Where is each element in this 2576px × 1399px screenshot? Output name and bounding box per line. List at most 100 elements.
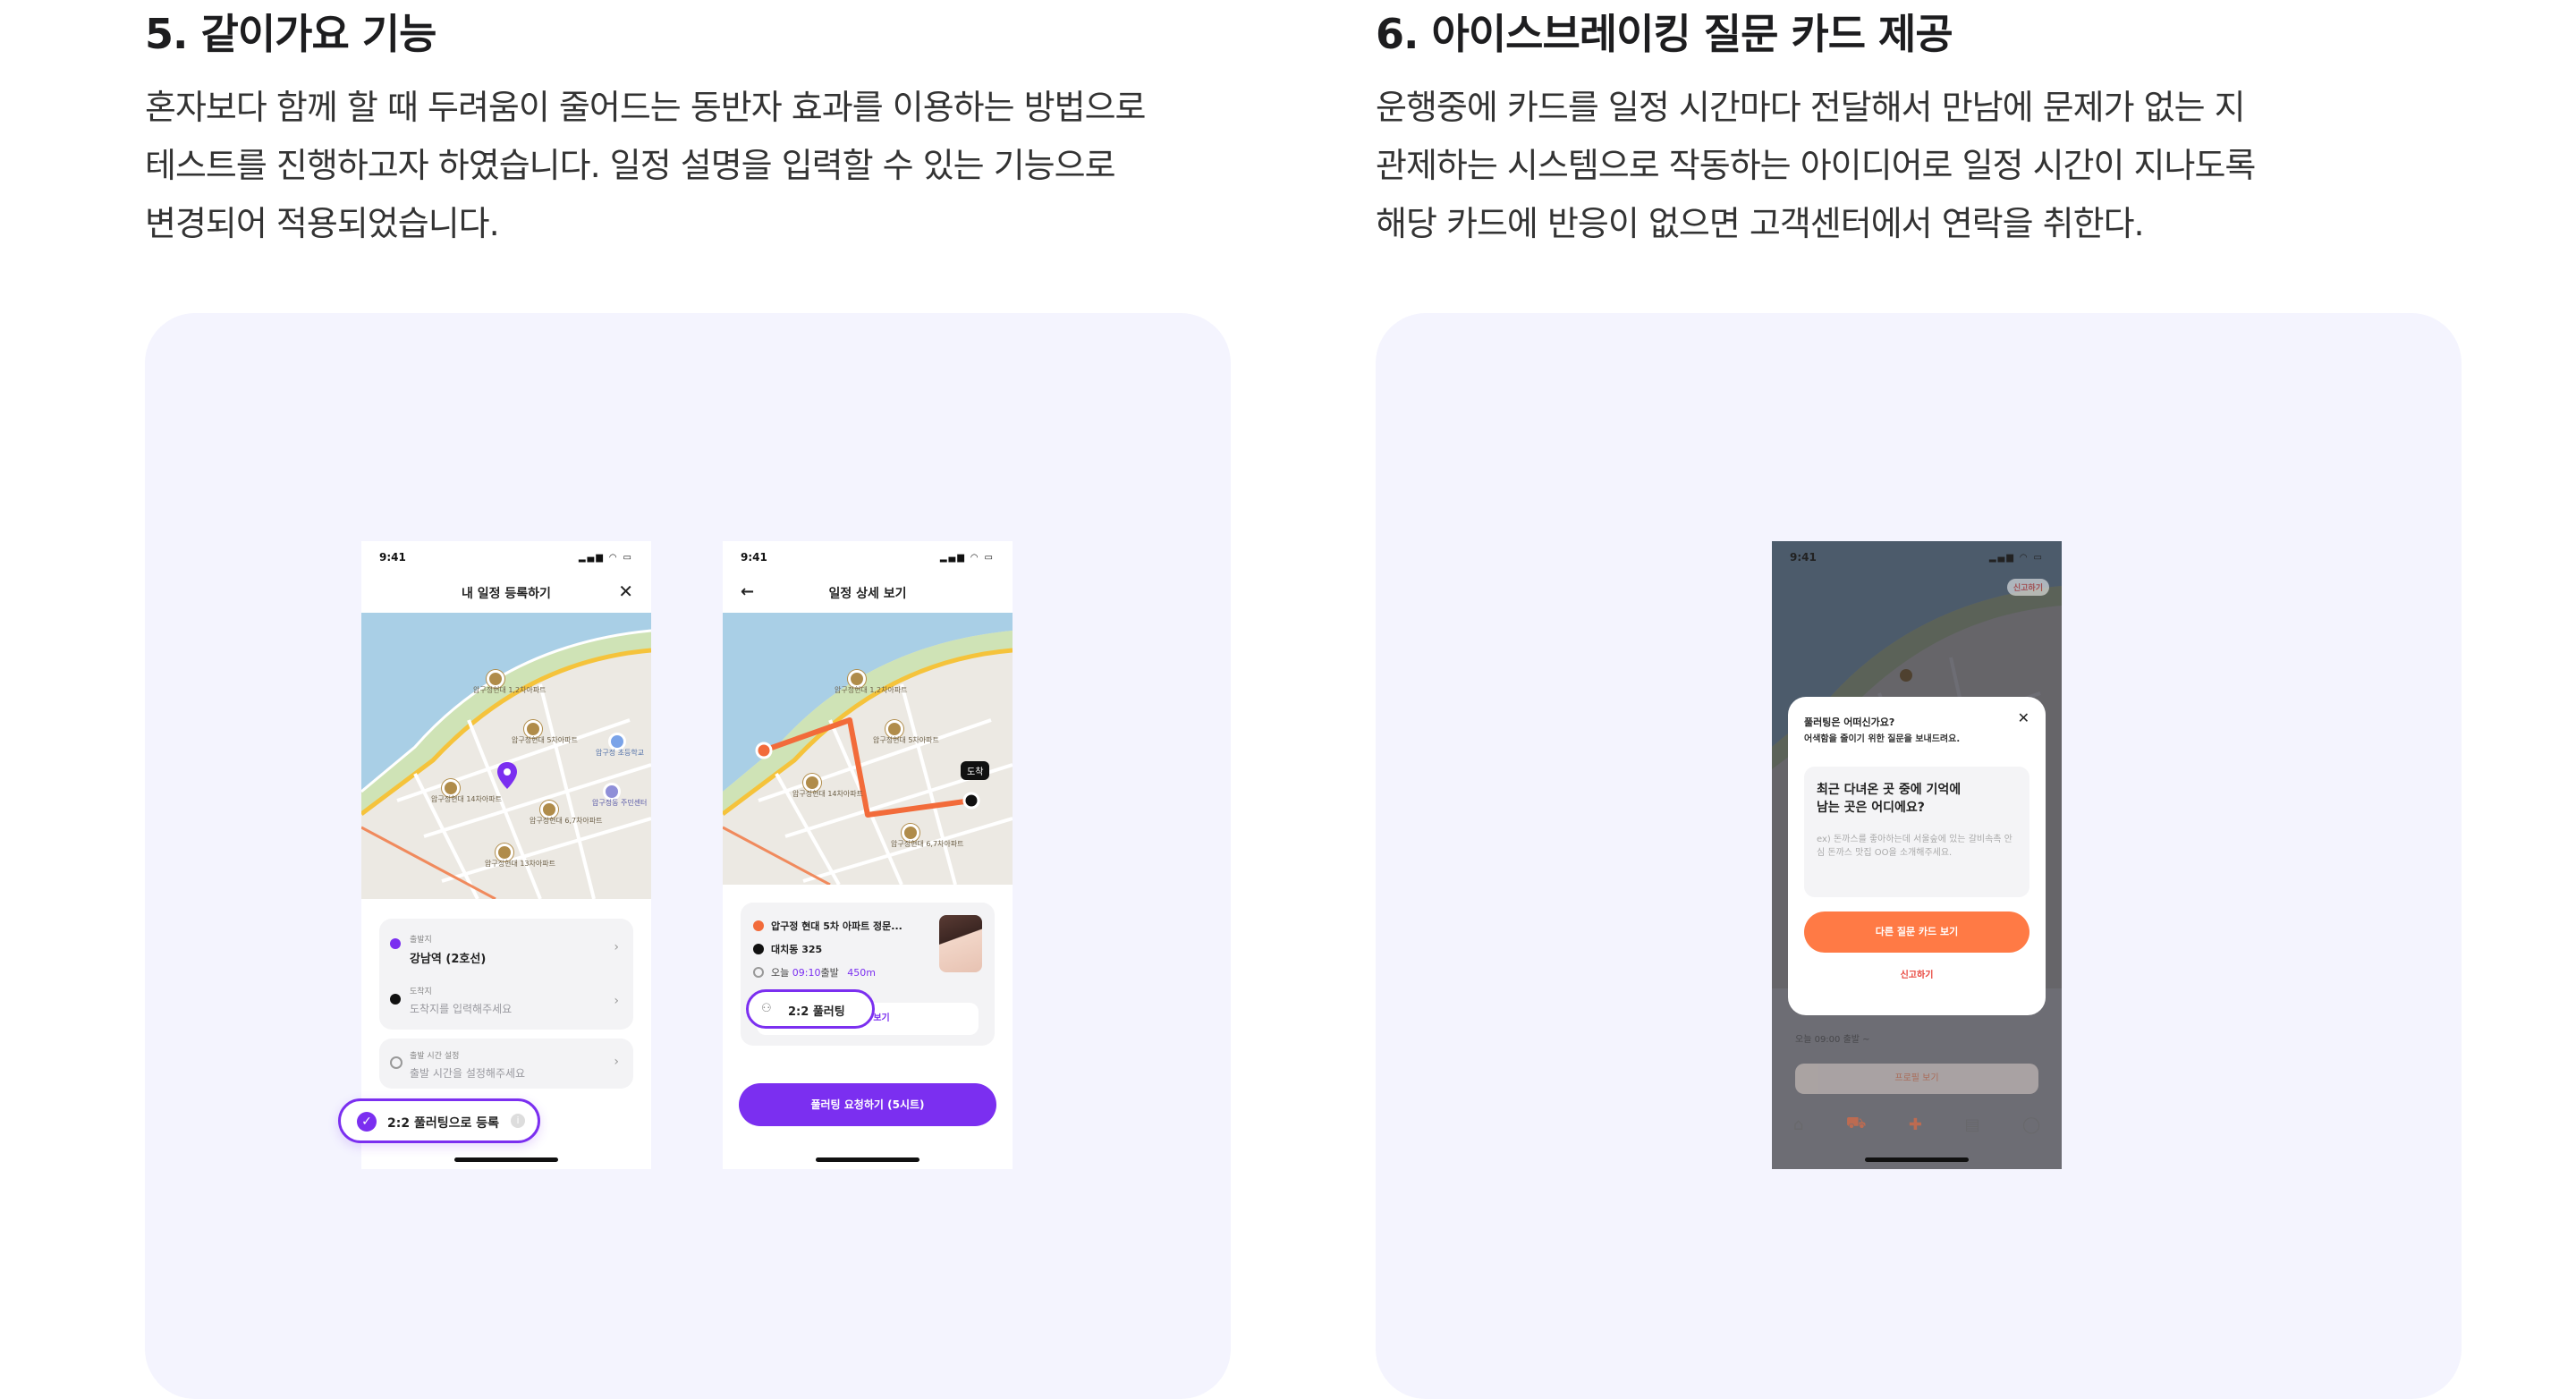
plus-icon[interactable]: ✚ (1909, 1115, 1922, 1134)
section-desc-right: 운행중에 카드를 일정 시간마다 전달해서 만남에 문제가 없는 지 관제하는 … (1376, 79, 2256, 253)
desc-line: 해당 카드에 반응이 없으면 고객센터에서 연락을 취한다. (1376, 204, 2145, 243)
clock-icon (753, 967, 764, 978)
question-modal: 풀러팅은 어떠신가요? 어색함을 줄이기 위한 질문을 보내드려요. ✕ 최근 … (1788, 697, 2046, 1015)
origin-pin-icon (390, 938, 401, 949)
status-time: 9:41 (379, 551, 406, 564)
map-label: 압구정현대 1,2차아파트 (835, 686, 908, 694)
chevron-right-icon: › (614, 1055, 619, 1069)
people-icon: ⚇ (761, 1002, 772, 1015)
map-graphic (723, 613, 1013, 885)
map-pin[interactable] (524, 720, 542, 738)
map-label: 압구정현대 6,7차아파트 (891, 840, 964, 848)
desc-line: 운행중에 카드를 일정 시간마다 전달해서 만남에 문제가 없는 지 (1376, 88, 2246, 127)
home-indicator (816, 1157, 919, 1162)
map-pin[interactable] (487, 670, 504, 688)
route-to: 대치동 325 (771, 944, 823, 955)
check-icon: ✓ (357, 1112, 377, 1132)
map-pin[interactable] (902, 824, 919, 842)
map-label: 압구정현대 1,2차아파트 (473, 686, 547, 694)
origin-value[interactable]: 강남역 (2호선) (410, 949, 486, 966)
map-pin[interactable] (442, 779, 460, 797)
next-question-button[interactable]: 다른 질문 카드 보기 (1804, 911, 2029, 953)
distance: 450m (847, 967, 876, 979)
destination-label: 도착지 (410, 988, 432, 996)
destination-input[interactable]: 도착지를 입력해주세요 (410, 1001, 512, 1016)
center-pin[interactable] (603, 783, 621, 801)
close-icon[interactable]: ✕ (2018, 709, 2029, 726)
profile-icon[interactable]: ◯ (2022, 1115, 2040, 1134)
section-title-right: 6. 아이스브레이킹 질문 카드 제공 (1376, 10, 1953, 58)
page-title: 일정 상세 보기 (828, 587, 907, 601)
location-pin-icon (497, 762, 517, 789)
desc-line: 테스트를 진행하고자 하였습니다. 일정 설명을 입력할 수 있는 기능으로 (145, 146, 1116, 185)
chevron-right-icon: › (614, 994, 619, 1008)
depart-suffix: 출발 (820, 967, 839, 979)
home-icon[interactable]: ⌂ (1793, 1115, 1803, 1134)
status-time: 9:41 (1790, 551, 1817, 564)
pooling-request-button[interactable]: 풀러팅 요청하기 (5시트) (739, 1083, 996, 1126)
desc-line: 관제하는 시스템으로 작동하는 아이디어로 일정 시간이 지나도록 (1376, 146, 2256, 185)
map-label: 압구정현대 14차아파트 (431, 795, 502, 803)
pooling-tag[interactable]: ⚇ 2:2 풀러팅 (746, 989, 875, 1029)
phone-icebreaking-card: 9:41 ▂▄▆ ◠ ▭ 신고하기 오늘 09:00 출발 ~ 프로필 보기 ⌂… (1772, 541, 2062, 1169)
map-label: 압구정현대 5차아파트 (512, 736, 578, 744)
clock-icon (390, 1056, 402, 1069)
background-profile-button: 프로필 보기 (1795, 1064, 2038, 1094)
map-pin[interactable] (803, 774, 821, 792)
school-pin[interactable] (608, 733, 626, 750)
car-icon[interactable]: ⛟ (1846, 1114, 1867, 1135)
info-icon[interactable]: i (511, 1114, 525, 1128)
home-indicator (1865, 1157, 1969, 1162)
status-bar: 9:41 ▂▄▆ ◠ ▭ (361, 541, 651, 573)
origin-pin-icon (753, 920, 764, 931)
showcase-panel-left (145, 313, 1231, 1399)
map-view[interactable]: 압구정현대 1,2차아파트 압구정현대 5차아파트 압구정현대 14차아파트 압… (361, 613, 651, 899)
report-badge[interactable]: 신고하기 (2006, 579, 2049, 596)
signal-wifi-battery-icon: ▂▄▆ ◠ ▭ (939, 552, 995, 563)
route-input-card: 출발지 강남역 (2호선) › 도착지 도착지를 입력해주세요 › (379, 919, 633, 1030)
nav-bar: ← 일정 상세 보기 (723, 573, 1013, 613)
map-pin[interactable] (540, 801, 558, 818)
map-label: 압구정현대 14차아파트 (792, 790, 863, 798)
time-label: 출발 시간 설정 (410, 1052, 460, 1061)
depart-time: 09:10 (792, 967, 821, 979)
page-title: 내 일정 등록하기 (462, 587, 551, 601)
profile-avatar (939, 915, 982, 972)
time-input-card[interactable]: 출발 시간 설정 출발 시간을 설정해주세요 › (379, 1039, 633, 1089)
origin-label: 출발지 (410, 936, 432, 945)
question-text: 최근 다녀온 곳 중에 기억에 남는 곳은 어디에요? (1817, 783, 1962, 815)
depart-today: 오늘 (771, 967, 790, 979)
map-label: 압구정현대 6,7차아파트 (530, 817, 603, 825)
time-input[interactable]: 출발 시간을 설정해주세요 (410, 1065, 525, 1081)
modal-title: 풀러팅은 어떠신가요? (1804, 716, 1895, 728)
home-indicator (454, 1157, 558, 1162)
depart-info: 오늘 09:10출발 450m (771, 965, 876, 979)
map-pin[interactable] (886, 720, 903, 738)
status-time: 9:41 (741, 551, 767, 564)
section-desc-left: 혼자보다 함께 할 때 두려움이 줄어드는 동반자 효과를 이용하는 방법으로 … (145, 79, 1147, 253)
map-pin[interactable] (848, 670, 866, 688)
chevron-right-icon: › (614, 940, 619, 954)
document-icon[interactable]: ▤ (1964, 1115, 1979, 1134)
arrive-tag: 도착 (961, 761, 990, 780)
map-pin[interactable] (496, 844, 513, 861)
status-bar: 9:41 ▂▄▆ ◠ ▭ (723, 541, 1013, 573)
desc-line: 변경되어 적용되었습니다. (145, 204, 500, 243)
pooling-tag-label: 2:2 풀러팅 (788, 1005, 845, 1019)
report-link[interactable]: 신고하기 (1788, 967, 2046, 980)
status-bar: 9:41 ▂▄▆ ◠ ▭ (1772, 541, 2062, 573)
background-depart-row: 오늘 09:00 출발 ~ (1795, 1035, 1870, 1045)
question-card: 최근 다녀온 곳 중에 기억에 남는 곳은 어디에요? ex) 돈까스를 좋아하… (1804, 767, 2029, 897)
map-view[interactable]: 압구정현대 1,2차아파트 압구정현대 5차아파트 압구정현대 14차아파트 압… (723, 613, 1013, 885)
pooling-register-chip[interactable]: ✓ 2:2 풀러팅으로 등록 i (338, 1098, 540, 1143)
signal-wifi-battery-icon: ▂▄▆ ◠ ▭ (578, 552, 633, 563)
back-arrow-icon[interactable]: ← (741, 582, 754, 601)
desc-line: 혼자보다 함께 할 때 두려움이 줄어드는 동반자 효과를 이용하는 방법으로 (145, 88, 1147, 127)
map-label: 압구정현대 13차아파트 (485, 860, 555, 868)
chip-label: 2:2 풀러팅으로 등록 (387, 1116, 499, 1131)
destination-pin-icon (390, 994, 401, 1005)
map-label: 압구정동 주민센터 (592, 799, 648, 807)
nav-bar: 내 일정 등록하기 ✕ (361, 573, 651, 613)
close-icon[interactable]: ✕ (618, 581, 633, 602)
map-label: 압구정 초등학교 (596, 749, 645, 757)
